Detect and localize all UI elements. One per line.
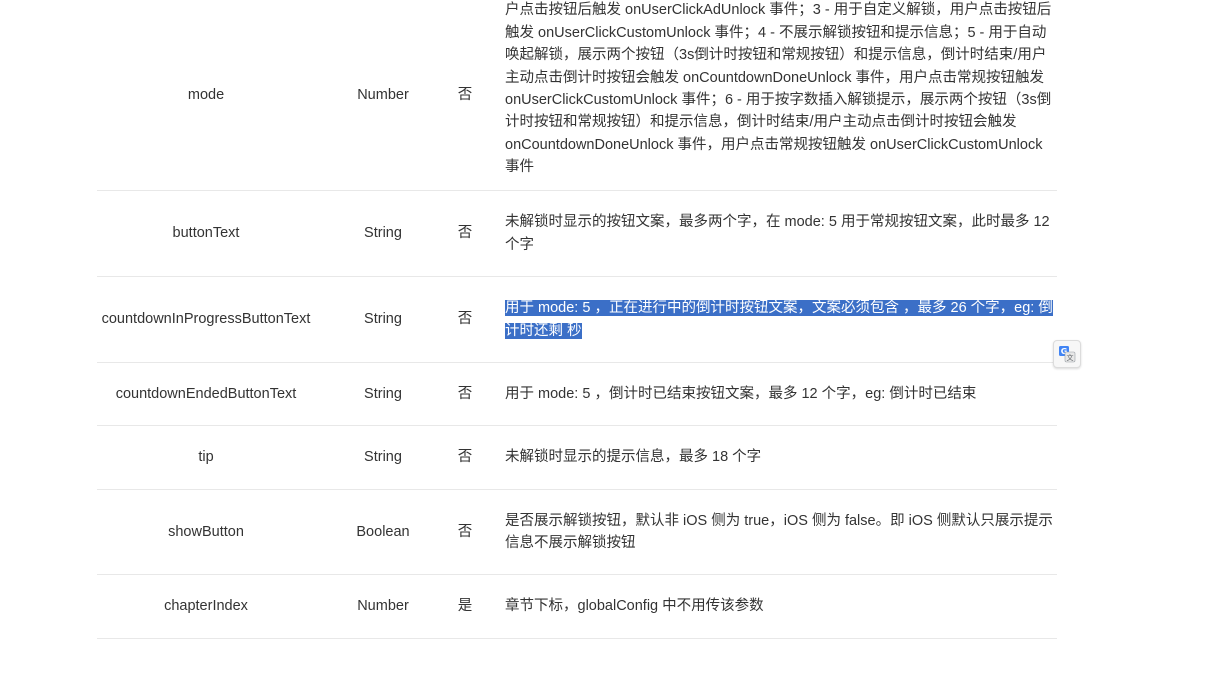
param-description: 户点击按钮后触发 onUserClickAdUnlock 事件；3 - 用于自定… — [505, 0, 1057, 191]
param-name: mode — [97, 0, 315, 191]
param-type: Number — [315, 0, 451, 191]
table-row: buttonText String 否 未解锁时显示的按钮文案，最多两个字，在 … — [97, 190, 1057, 277]
cell-spacer — [479, 489, 505, 575]
param-type: Number — [315, 574, 451, 639]
cell-spacer — [479, 190, 505, 277]
param-required: 否 — [451, 362, 479, 426]
cell-spacer — [479, 425, 505, 490]
selected-text[interactable]: 用于 mode: 5 ，正在进行中的倒计时按钮文案，文案必须包含 ，最多 26 … — [505, 300, 1053, 339]
param-required: 否 — [451, 0, 479, 191]
param-name: countdownEndedButtonText — [97, 362, 315, 426]
cell-spacer — [479, 574, 505, 639]
table-row: countdownEndedButtonText String 否 用于 mod… — [97, 362, 1057, 426]
table-row: showButton Boolean 否 是否展示解锁按钮，默认非 iOS 侧为… — [97, 489, 1057, 575]
param-name: tip — [97, 425, 315, 490]
description-text: 户点击按钮后触发 onUserClickAdUnlock 事件；3 - 用于自定… — [505, 2, 1052, 176]
param-description: 章节下标，globalConfig 中不用传该参数 — [505, 574, 1057, 639]
param-required: 否 — [451, 489, 479, 575]
param-name: chapterIndex — [97, 574, 315, 639]
table-row: chapterIndex Number 是 章节下标，globalConfig … — [97, 574, 1057, 639]
param-required: 否 — [451, 276, 479, 363]
param-description: 用于 mode: 5 ，倒计时已结束按钮文案，最多 12 个字，eg: 倒计时已… — [505, 362, 1057, 426]
cell-spacer — [479, 362, 505, 426]
param-type: String — [315, 190, 451, 277]
table-row: tip String 否 未解锁时显示的提示信息，最多 18 个字 — [97, 425, 1057, 490]
cell-spacer — [479, 276, 505, 363]
cell-spacer — [479, 0, 505, 191]
translate-button[interactable]: G 文 — [1053, 340, 1081, 368]
param-description: 是否展示解锁按钮，默认非 iOS 侧为 true，iOS 侧为 false。即 … — [505, 489, 1057, 575]
params-table: mode Number 否 户点击按钮后触发 onUserClickAdUnlo… — [97, 0, 1057, 639]
param-name: countdownInProgressButtonText — [97, 276, 315, 363]
param-type: String — [315, 362, 451, 426]
param-required: 是 — [451, 574, 479, 639]
translate-icon: G 文 — [1059, 346, 1076, 363]
param-required: 否 — [451, 190, 479, 277]
param-type: Boolean — [315, 489, 451, 575]
params-table-container: mode Number 否 户点击按钮后触发 onUserClickAdUnlo… — [97, 0, 1057, 639]
svg-text:文: 文 — [1067, 353, 1074, 362]
param-type: String — [315, 276, 451, 363]
param-name: showButton — [97, 489, 315, 575]
param-description: 未解锁时显示的提示信息，最多 18 个字 — [505, 425, 1057, 490]
param-type: String — [315, 425, 451, 490]
table-row: mode Number 否 户点击按钮后触发 onUserClickAdUnlo… — [97, 0, 1057, 191]
param-description: 未解锁时显示的按钮文案，最多两个字，在 mode: 5 用于常规按钮文案，此时最… — [505, 190, 1057, 277]
param-required: 否 — [451, 425, 479, 490]
table-row: countdownInProgressButtonText String 否 用… — [97, 276, 1057, 363]
param-description[interactable]: 用于 mode: 5 ，正在进行中的倒计时按钮文案，文案必须包含 ，最多 26 … — [505, 276, 1057, 363]
param-name: buttonText — [97, 190, 315, 277]
